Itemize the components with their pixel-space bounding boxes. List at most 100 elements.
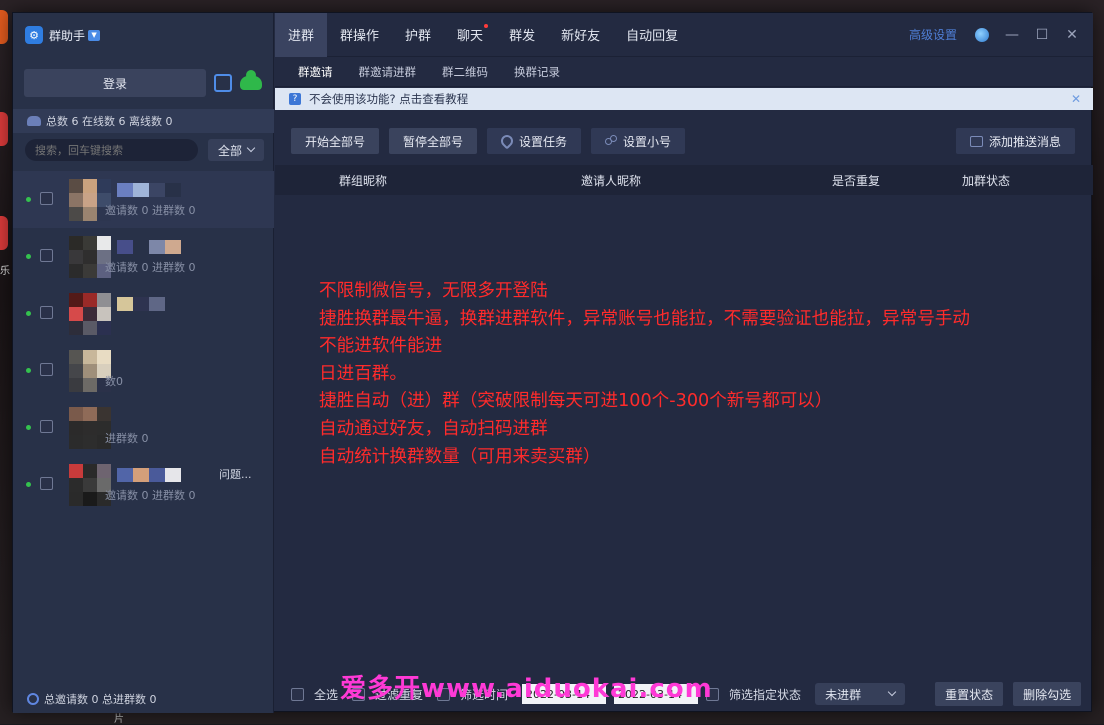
account-checkbox[interactable] bbox=[40, 363, 53, 376]
desktop-icon-label: 乐 bbox=[0, 262, 10, 277]
account-checkbox[interactable] bbox=[40, 477, 53, 490]
button-label: 设置任务 bbox=[519, 133, 567, 150]
avatar-pixel bbox=[83, 207, 97, 221]
name-pixel bbox=[149, 183, 165, 197]
tab-label: 新好友 bbox=[561, 25, 600, 44]
column-inviter-nickname[interactable]: 邀请人昵称 bbox=[581, 172, 641, 189]
avatar-pixel bbox=[69, 179, 83, 193]
maximize-icon[interactable]: ☐ bbox=[1035, 27, 1049, 43]
desktop-app-icon[interactable] bbox=[0, 112, 8, 146]
account-list-item[interactable] bbox=[13, 285, 274, 342]
account-invite-stats: 邀请数 0 进群数 0 bbox=[105, 487, 196, 503]
account-list: 邀请数 0 进群数 0邀请数 0 进群数 0数0进群数 0邀请数 0 进群数 0… bbox=[13, 171, 274, 513]
subtab-invite-join[interactable]: 群邀请进群 bbox=[346, 64, 430, 80]
subtab-group-qrcode[interactable]: 群二维码 bbox=[429, 64, 501, 80]
advanced-settings-link[interactable]: 高级设置 bbox=[909, 26, 957, 43]
export-excel-icon[interactable] bbox=[214, 74, 232, 92]
avatar-pixel bbox=[97, 464, 111, 478]
avatar-pixel bbox=[69, 464, 83, 478]
avatar-pixel bbox=[69, 307, 83, 321]
name-pixel bbox=[133, 411, 149, 425]
account-invite-stats: 数0 bbox=[105, 373, 123, 389]
name-pixel bbox=[133, 183, 149, 197]
account-checkbox[interactable] bbox=[40, 249, 53, 262]
avatar-pixel bbox=[97, 307, 111, 321]
start-all-button[interactable]: 开始全部号 bbox=[291, 128, 379, 154]
avatar-pixel bbox=[97, 321, 111, 335]
cloud-sync-icon[interactable] bbox=[240, 76, 262, 90]
tab-join-group[interactable]: 进群 bbox=[275, 13, 327, 57]
avatar-pixel bbox=[69, 207, 83, 221]
avatar-pixel bbox=[83, 407, 97, 421]
account-invite-stats: 进群数 0 bbox=[105, 430, 149, 446]
total-stats-text: 总邀请数 0 总进群数 0 bbox=[44, 691, 157, 707]
set-sub-account-button[interactable]: 设置小号 bbox=[591, 128, 685, 154]
close-icon[interactable]: ✕ bbox=[1065, 27, 1079, 43]
name-pixel bbox=[117, 240, 133, 254]
avatar-pixel bbox=[69, 264, 83, 278]
tab-mass-send[interactable]: 群发 bbox=[496, 13, 548, 57]
account-filter-select[interactable]: 全部 bbox=[208, 139, 264, 161]
avatar-pixel bbox=[83, 307, 97, 321]
desktop-app-icon[interactable] bbox=[0, 216, 8, 250]
subtab-group-invite[interactable]: 群邀请 bbox=[285, 64, 346, 80]
promo-text-line: 捷胜自动（进）群（突破限制每天可进100个-300个新号都可以） bbox=[319, 388, 1093, 416]
account-name-blurred bbox=[117, 183, 181, 197]
select-all-checkbox[interactable] bbox=[291, 688, 304, 701]
account-list-item[interactable]: 邀请数 0 进群数 0 bbox=[13, 171, 274, 228]
account-list-item[interactable]: 邀请数 0 进群数 0 bbox=[13, 228, 274, 285]
state-filter-select[interactable]: 未进群 bbox=[815, 683, 905, 705]
app-menu-dropdown-icon[interactable]: ▼ bbox=[88, 30, 100, 41]
tutorial-link[interactable]: 不会使用该功能? 点击查看教程 bbox=[309, 91, 468, 107]
set-task-button[interactable]: 设置任务 bbox=[487, 128, 581, 154]
add-push-message-button[interactable]: 添加推送消息 bbox=[956, 128, 1075, 154]
delete-selected-button[interactable]: 删除勾选 bbox=[1013, 682, 1081, 706]
login-button[interactable]: 登录 bbox=[24, 69, 206, 97]
name-pixel bbox=[149, 468, 165, 482]
name-pixel bbox=[117, 297, 133, 311]
filter-state-label: 筛选指定状态 bbox=[729, 686, 801, 703]
minimize-icon[interactable]: — bbox=[1005, 27, 1019, 43]
online-status-dot bbox=[26, 425, 31, 430]
table-header: 群组昵称 邀请人昵称 是否重复 加群状态 bbox=[275, 165, 1093, 195]
tab-protect-group[interactable]: 护群 bbox=[392, 13, 444, 57]
account-list-item[interactable]: 进群数 0 bbox=[13, 399, 274, 456]
pause-all-button[interactable]: 暂停全部号 bbox=[389, 128, 477, 154]
tab-label: 自动回复 bbox=[626, 25, 678, 44]
name-pixel bbox=[133, 297, 149, 311]
column-is-duplicate[interactable]: 是否重复 bbox=[832, 172, 880, 189]
online-status-dot bbox=[26, 197, 31, 202]
close-icon[interactable]: ✕ bbox=[1071, 92, 1081, 106]
account-checkbox[interactable] bbox=[40, 306, 53, 319]
account-stats-text: 总数 6 在线数 6 离线数 0 bbox=[46, 113, 172, 129]
avatar-pixel bbox=[69, 407, 83, 421]
reset-state-button[interactable]: 重置状态 bbox=[935, 682, 1003, 706]
avatar-pixel bbox=[97, 350, 111, 364]
subtab-swap-records[interactable]: 换群记录 bbox=[501, 64, 573, 80]
account-name-blurred bbox=[117, 468, 181, 482]
sidebar-header: ⚙ 群助手 ▼ bbox=[13, 13, 273, 57]
account-list-item[interactable]: 数0 bbox=[13, 342, 274, 399]
name-pixel bbox=[165, 468, 181, 482]
avatar-pixel bbox=[97, 179, 111, 193]
promo-text-line: 不限制微信号，无限多开登陆 bbox=[319, 278, 1093, 306]
column-group-nickname[interactable]: 群组昵称 bbox=[339, 172, 387, 189]
tab-auto-reply[interactable]: 自动回复 bbox=[613, 13, 691, 57]
globe-icon[interactable] bbox=[975, 28, 989, 42]
top-navigation: 进群 群操作 护群 聊天 群发 新好友 自动回复 高级设置 — ☐ ✕ bbox=[275, 13, 1093, 57]
account-search-input[interactable] bbox=[25, 139, 198, 161]
state-filter-value: 未进群 bbox=[825, 686, 861, 703]
account-name-blurred bbox=[117, 240, 181, 254]
tab-chat[interactable]: 聊天 bbox=[444, 13, 496, 57]
account-list-item[interactable]: 邀请数 0 进群数 0 问题... bbox=[13, 456, 274, 513]
tab-group-operations[interactable]: 群操作 bbox=[327, 13, 392, 57]
column-join-status[interactable]: 加群状态 bbox=[962, 172, 1010, 189]
tutorial-tip-bar: ? 不会使用该功能? 点击查看教程 ✕ bbox=[275, 88, 1093, 110]
account-tag: 问题... bbox=[219, 466, 252, 482]
app-logo-icon: ⚙ bbox=[25, 26, 43, 44]
account-checkbox[interactable] bbox=[40, 192, 53, 205]
tab-new-friends[interactable]: 新好友 bbox=[548, 13, 613, 57]
online-status-dot bbox=[26, 311, 31, 316]
desktop-app-icon[interactable] bbox=[0, 10, 8, 44]
account-checkbox[interactable] bbox=[40, 420, 53, 433]
